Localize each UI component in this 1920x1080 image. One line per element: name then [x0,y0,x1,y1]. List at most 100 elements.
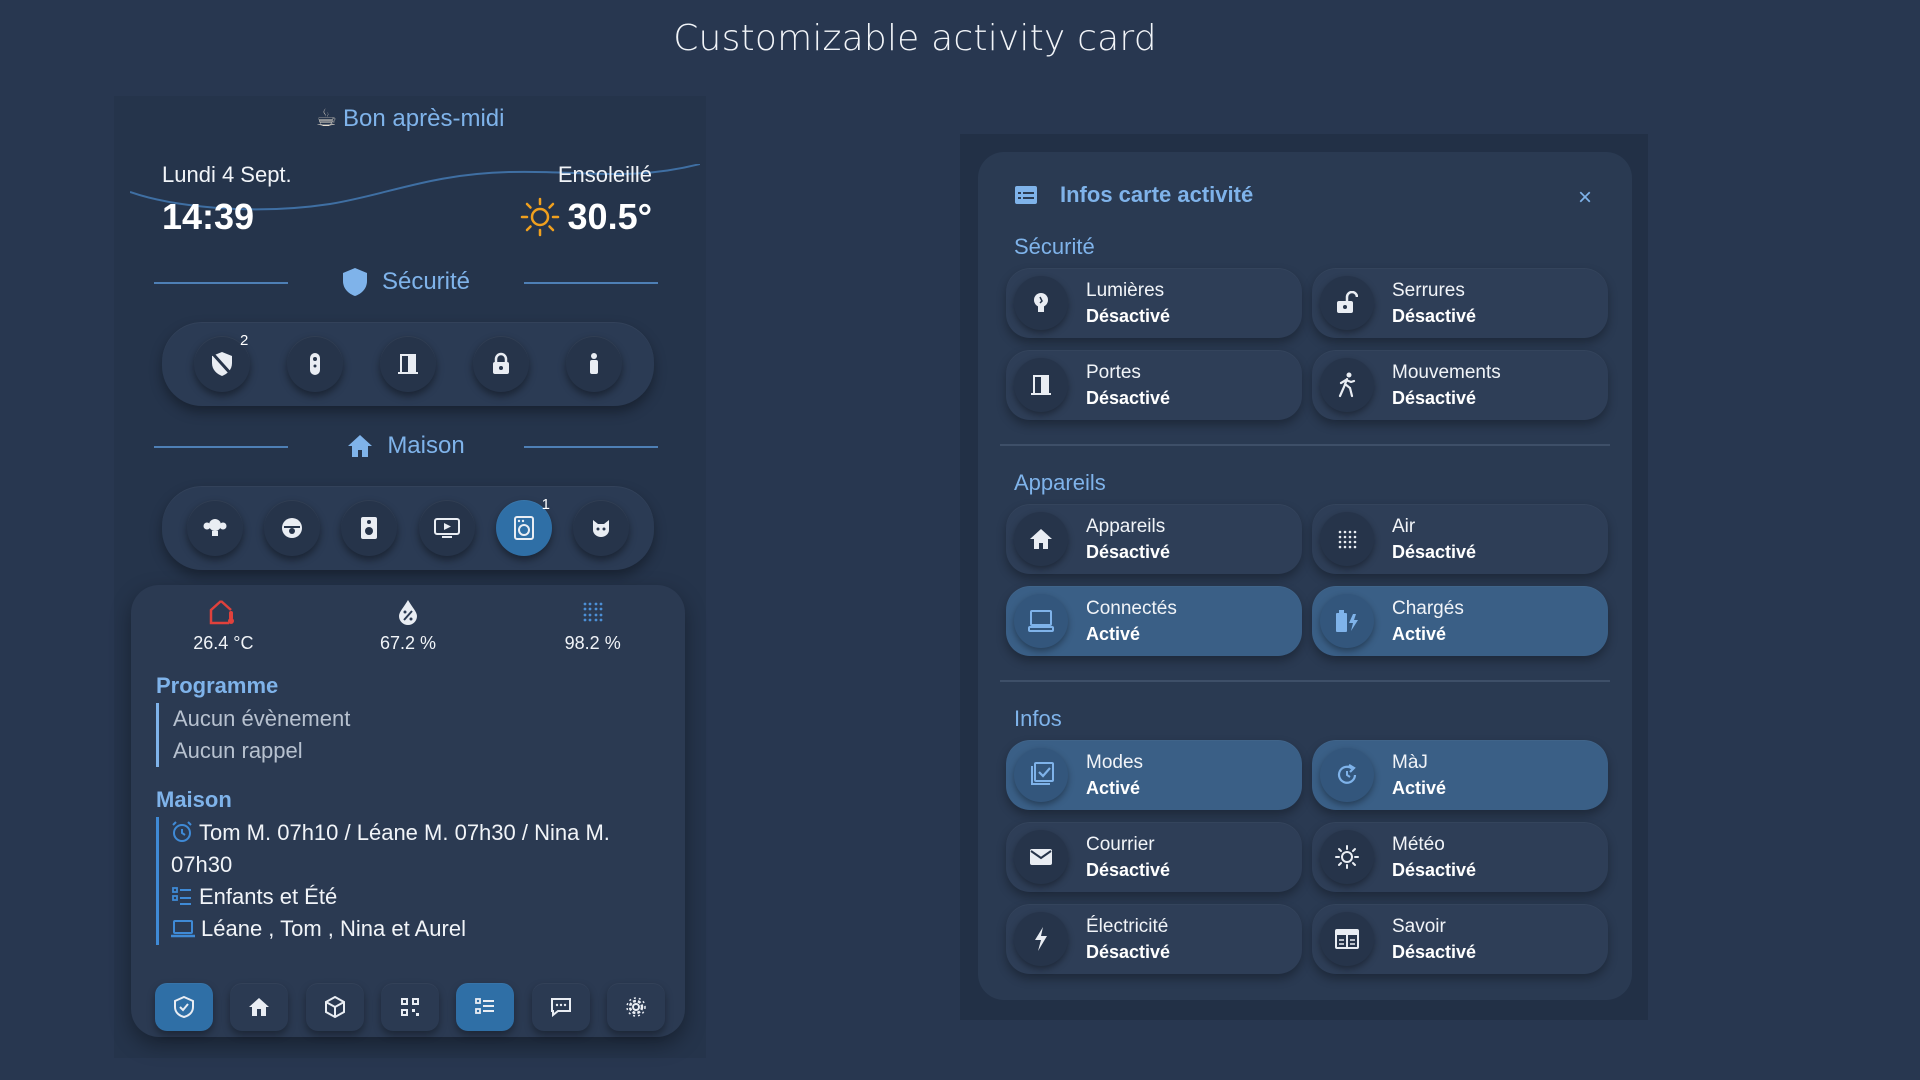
shield-off-icon [212,352,233,376]
tile-status: Activé [1392,623,1447,644]
battery-charging-icon [1336,610,1358,632]
tile-portes[interactable]: Portes Désactivé [1006,350,1302,420]
laptop-icon [1028,610,1054,632]
dialog-title: Infos carte activité [1060,182,1254,207]
date-label: Lundi 4 Sept. [162,162,292,187]
tile-status: Désactivé [1392,541,1477,562]
nav-list-button[interactable] [456,983,515,1031]
tile-charges[interactable]: Chargés Activé [1312,586,1608,656]
laptop-icon [171,920,195,938]
security-door-button[interactable] [379,336,436,392]
home-tv-button[interactable] [418,500,475,556]
coffee-cup-icon: ☕ [315,105,338,132]
section-divider [1000,444,1610,446]
door-icon [397,354,418,374]
tile-name: Serrures [1392,279,1465,301]
lock-icon [492,352,509,374]
security-remote-button[interactable] [287,336,344,392]
tile-connectes[interactable]: Connectés Activé [1006,586,1302,656]
tile-status: Activé [1086,623,1141,644]
activity-card-settings: Infos carte activité × Sécurité Lumières… [960,134,1648,1020]
home-pet-button[interactable] [573,500,630,556]
badge-count: 2 [240,332,249,349]
list-item: Aucun évènement [173,706,351,731]
tile-status: Désactivé [1086,305,1171,326]
chat-icon [550,998,571,1017]
flash-icon [1035,927,1047,951]
tile-status: Désactivé [1086,859,1171,880]
page-title: Customizable activity card [673,18,1157,59]
list-item-text: Tom M. 07h10 / Léane M. 07h30 / Nina M. … [171,820,610,877]
nav-home-button[interactable] [230,983,289,1031]
speaker-icon [361,517,378,539]
clock-time: 14:39 [162,196,255,237]
tile-maj[interactable]: MàJ Activé [1312,740,1608,810]
tile-meteo[interactable]: Météo Désactivé [1312,822,1608,892]
house-icon [1030,529,1052,549]
nav-devices-button[interactable] [305,983,364,1031]
close-button[interactable]: × [1578,184,1592,212]
section-title-securite: Sécurité [1014,234,1095,259]
tile-lumieres[interactable]: Lumières Désactivé [1006,268,1302,338]
weather-sun-icon [1335,845,1359,869]
nav-qr-button[interactable] [380,983,439,1031]
tile-mouvements[interactable]: Mouvements Désactivé [1312,350,1608,420]
info-panel: 26.4 °C 67.2 % 98.2 % Programme Aucun év… [131,585,685,1037]
tile-name: Connectés [1086,597,1177,619]
sensor-value: 67.2 % [379,633,437,653]
mail-icon [1030,849,1052,865]
robot-vacuum-icon [281,518,302,538]
security-buttons: 2 [162,322,654,406]
nav-chat-button[interactable] [531,983,590,1031]
home-header: Maison [154,431,658,461]
security-lock-button[interactable] [472,336,529,392]
sensor-row: 26.4 °C 67.2 % 98.2 % [131,599,685,654]
tile-modes[interactable]: Modes Activé [1006,740,1302,810]
tile-serrures[interactable]: Serrures Désactivé [1312,268,1608,338]
tile-appareils[interactable]: Appareils Désactivé [1006,504,1302,574]
tile-air[interactable]: Air Désactivé [1312,504,1608,574]
home-label: Maison [387,432,465,459]
sensor-air: 98.2 % [500,599,685,654]
home-washer-button[interactable]: 1 [495,496,552,556]
tile-savoir[interactable]: Savoir Désactivé [1312,904,1608,974]
card-text-icon [1015,186,1037,204]
programme-title: Programme [156,673,279,698]
badge-count: 1 [541,496,550,513]
maison-list: Tom M. 07h10 / Léane M. 07h30 / Nina M. … [156,817,666,945]
tile-status: Désactivé [1086,387,1171,408]
tv-play-icon [433,518,460,538]
air-dots-icon [583,602,603,622]
security-header: Sécurité [154,267,658,297]
tile-name: Météo [1392,833,1445,855]
home-speaker-button[interactable] [341,500,398,556]
settings-dialog: Infos carte activité × Sécurité Lumières… [978,152,1632,1000]
water-percent-icon [399,600,417,625]
tile-status: Désactivé [1392,387,1477,408]
sensor-value: 98.2 % [564,633,621,653]
lock-open-icon [1337,291,1358,313]
divider-line [524,282,658,284]
list-item: Léane , Tom , Nina et Aurel [171,913,666,945]
tile-status: Désactivé [1392,859,1477,880]
security-shield-button[interactable]: 2 [194,332,251,392]
greeting-text: Bon après-midi [343,105,505,132]
temperature-value: 30.5° [567,196,652,237]
sensor-temperature: 26.4 °C [131,599,316,654]
home-lights-button[interactable] [186,500,243,556]
nav-settings-button[interactable] [606,983,665,1031]
list-icon [475,998,495,1014]
lightbulb-group-icon [203,519,227,536]
tile-electricite[interactable]: Électricité Désactivé [1006,904,1302,974]
home-vacuum-button[interactable] [263,500,320,556]
nav-security-button[interactable] [155,983,213,1031]
shield-check-icon [174,996,194,1018]
person-icon [589,353,598,374]
list-item: Tom M. 07h10 / Léane M. 07h30 / Nina M. … [171,817,666,881]
shield-icon [342,268,367,296]
tile-courrier[interactable]: Courrier Désactivé [1006,822,1302,892]
tile-status: Désactivé [1086,941,1171,962]
cube-icon [324,996,345,1018]
checkbox-icon [1031,762,1054,785]
security-person-button[interactable] [565,336,622,392]
